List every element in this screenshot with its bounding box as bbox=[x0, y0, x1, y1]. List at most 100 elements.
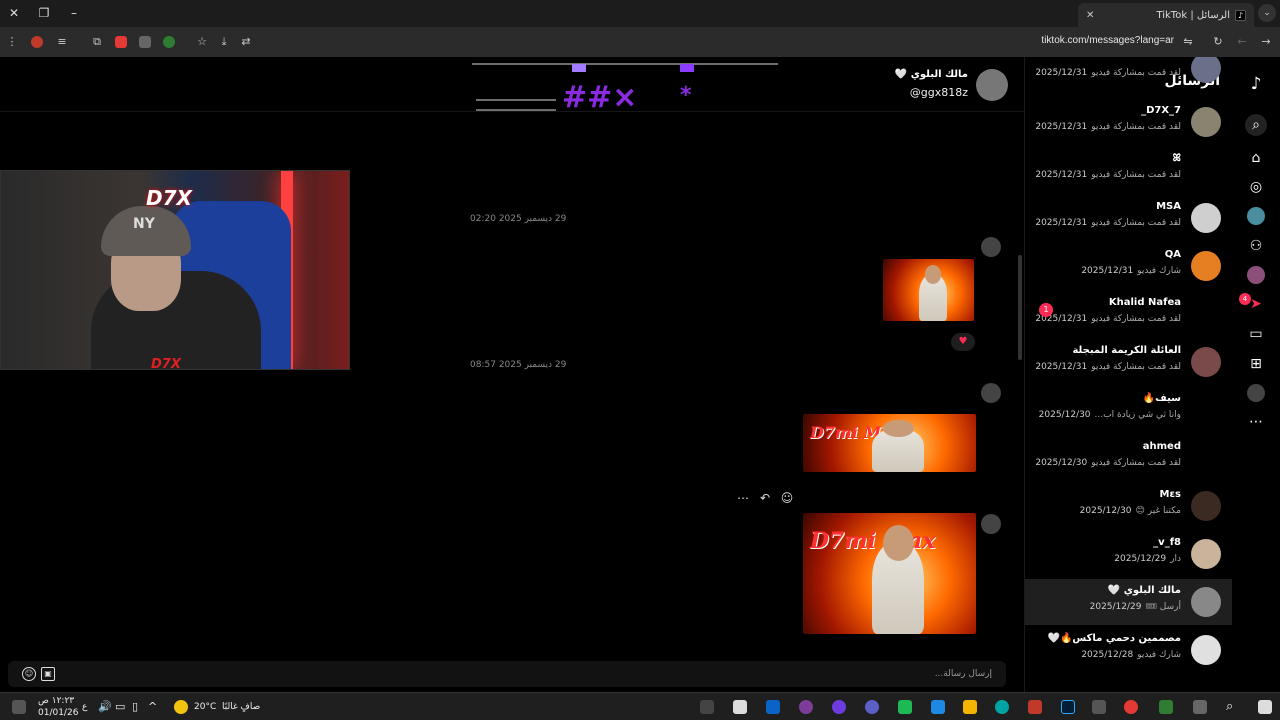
minimize-window-icon[interactable]: – bbox=[64, 4, 84, 22]
conversation-item[interactable]: لقد قمت بمشاركة فيديو2025/12/31 bbox=[1025, 57, 1232, 91]
weather-text[interactable]: صافٍ غالبًا bbox=[222, 702, 260, 712]
weather-temp[interactable]: 20°C bbox=[194, 702, 216, 712]
live-icon[interactable] bbox=[1247, 266, 1265, 284]
conversation-preview-text: وانا ثي شي زيادة اب... bbox=[1094, 410, 1181, 420]
conversation-item[interactable]: Mεs مكتنا غير 😊2025/12/30 bbox=[1025, 483, 1232, 529]
extension-icon[interactable] bbox=[139, 36, 151, 48]
task-view-icon[interactable] bbox=[1193, 700, 1207, 714]
message-avatar[interactable] bbox=[981, 514, 1001, 534]
close-window-icon[interactable]: ✕ bbox=[4, 4, 24, 22]
chrome-icon[interactable] bbox=[1124, 700, 1138, 714]
input-language[interactable]: ع bbox=[82, 702, 87, 712]
outlook-icon[interactable] bbox=[766, 700, 780, 714]
home-icon[interactable]: ⌂ bbox=[1247, 149, 1265, 167]
conversation-item[interactable]: QA شارك فيديو2025/12/31 bbox=[1025, 243, 1232, 289]
battery-icon[interactable]: ▯ bbox=[132, 700, 138, 713]
taskbar-app-icon[interactable] bbox=[865, 700, 879, 714]
taskbar-app-icon[interactable] bbox=[832, 700, 846, 714]
conversation-avatar bbox=[1191, 203, 1221, 233]
clock-date[interactable]: 01/01/26 bbox=[38, 708, 78, 718]
download-icon[interactable]: ⤓ bbox=[216, 34, 232, 50]
tab-search-icon[interactable]: ⌄ bbox=[1258, 4, 1276, 22]
conversation-item[interactable]: Khalid Nafea لقد قمت بمشاركة فيديو2025/12… bbox=[1025, 291, 1232, 337]
conversation-avatar bbox=[1191, 635, 1221, 665]
conversation-item[interactable]: v_f8_ دار2025/12/29 bbox=[1025, 531, 1232, 577]
message-timestamp: 29 ديسمبر 2025 02:20 bbox=[470, 214, 567, 224]
bookmark-star-icon[interactable]: ☆ bbox=[194, 34, 210, 50]
translate-icon[interactable]: ⇄ bbox=[238, 34, 254, 50]
conversation-name: ahmed bbox=[1142, 441, 1181, 452]
chat-header-avatar[interactable] bbox=[976, 69, 1008, 101]
restore-window-icon[interactable]: ❐ bbox=[34, 4, 54, 22]
tray-chevron-icon[interactable]: ^ bbox=[148, 700, 157, 713]
friends-icon[interactable]: ⚇ bbox=[1247, 237, 1265, 255]
search-icon[interactable]: ⌕ bbox=[1245, 114, 1267, 136]
taskbar-app-icon[interactable] bbox=[898, 700, 912, 714]
site-settings-icon[interactable]: ⇋ bbox=[1180, 34, 1196, 50]
chat-header-name[interactable]: مالك البلوي 🤍 bbox=[895, 69, 968, 80]
weather-icon[interactable] bbox=[174, 700, 188, 714]
adblock-icon[interactable] bbox=[115, 36, 127, 48]
more-options-icon[interactable]: ⋯ bbox=[736, 491, 750, 505]
volume-icon[interactable]: 🔊 bbox=[98, 700, 112, 713]
explore-icon[interactable]: ◎ bbox=[1247, 178, 1265, 196]
conversation-item[interactable]: MSA لقد قمت بمشاركة فيديو2025/12/31 bbox=[1025, 195, 1232, 241]
notification-center-icon[interactable] bbox=[12, 700, 26, 714]
extension-icon[interactable] bbox=[31, 36, 43, 48]
tab-close-icon[interactable]: ✕ bbox=[1086, 10, 1094, 21]
shared-video-thumbnail[interactable]: D7mi Max bbox=[803, 414, 976, 472]
chat-header-handle[interactable]: @ggx818z bbox=[910, 86, 968, 99]
file-explorer-icon[interactable] bbox=[963, 700, 977, 714]
edge-icon[interactable] bbox=[995, 700, 1009, 714]
taskbar-app-icon[interactable] bbox=[1092, 700, 1106, 714]
message-composer: إرسال رسالة... ☺ ▣ bbox=[0, 657, 1024, 692]
svg-text:##×: ##× bbox=[562, 80, 637, 114]
message-avatar[interactable] bbox=[981, 237, 1001, 257]
tiktok-logo-icon[interactable]: ♪ bbox=[1247, 75, 1265, 93]
taskbar-app-icon[interactable] bbox=[799, 700, 813, 714]
start-menu-icon[interactable] bbox=[1258, 700, 1272, 714]
menu-kebab-icon[interactable]: ⋮ bbox=[4, 34, 20, 50]
search-icon[interactable]: ⌕ bbox=[1226, 699, 1233, 714]
message-input[interactable]: إرسال رسالة... ☺ ▣ bbox=[8, 661, 1006, 687]
reply-icon[interactable]: ↶ bbox=[758, 491, 772, 505]
reload-icon[interactable]: ↻ bbox=[1210, 34, 1226, 50]
upload-icon[interactable]: ⊞ bbox=[1247, 355, 1265, 373]
extension-icon[interactable] bbox=[163, 36, 175, 48]
taskbar-app-icon[interactable] bbox=[700, 700, 714, 714]
conversation-item[interactable]: العائلة الكريمة المبجلة لقد قمت بمشاركة ف… bbox=[1025, 339, 1232, 385]
taskbar-file-icon[interactable] bbox=[733, 700, 747, 714]
photoshop-icon[interactable] bbox=[1061, 700, 1075, 714]
taskbar-app-icon[interactable] bbox=[1028, 700, 1042, 714]
conversation-preview-text: لقد قمت بمشاركة فيديو bbox=[1091, 122, 1181, 132]
conversation-item[interactable]: D7X_7_ لقد قمت بمشاركة فيديو2025/12/31 bbox=[1025, 99, 1232, 145]
url-field[interactable]: tiktok.com/messages?lang=ar bbox=[1041, 35, 1174, 46]
chat-scrollbar[interactable] bbox=[1018, 255, 1022, 360]
clock-time[interactable]: ١٢:٢٣ ص bbox=[38, 696, 74, 706]
messages-icon[interactable]: ▭ bbox=[1247, 325, 1265, 343]
taskbar-app-icon[interactable] bbox=[931, 700, 945, 714]
forward-icon[interactable]: ← bbox=[1234, 34, 1250, 50]
heart-reaction-icon[interactable]: ♥ bbox=[951, 333, 975, 351]
profile-avatar-icon[interactable] bbox=[1247, 207, 1265, 225]
message-avatar[interactable] bbox=[981, 383, 1001, 403]
media-control-icon[interactable]: ≡ bbox=[54, 34, 70, 50]
profile-icon[interactable] bbox=[1247, 384, 1265, 402]
conversation-item[interactable]: مصممين دحمي ماكس🔥🤍 شارك فيديو2025/12/28 bbox=[1025, 627, 1232, 673]
conversation-date: 2025/12/31 bbox=[1081, 266, 1134, 276]
shared-video-thumbnail[interactable] bbox=[883, 259, 974, 321]
more-icon[interactable]: ⋯ bbox=[1247, 413, 1265, 431]
shared-video-thumbnail[interactable]: D7mi Max bbox=[803, 513, 976, 634]
react-emoji-icon[interactable]: ☺ bbox=[780, 491, 794, 505]
tab-tiktok-messages[interactable]: ♪ الرسائل | TikTok ✕ bbox=[1078, 3, 1254, 27]
conversation-item[interactable]: سيف🔥 وانا ثي شي زيادة اب...2025/12/30 bbox=[1025, 387, 1232, 433]
conversation-item[interactable]: مالك البلوي 🤍 أرسل 🎟2025/12/29 bbox=[1025, 579, 1232, 625]
extensions-puzzle-icon[interactable]: ⧉ bbox=[89, 34, 105, 50]
image-upload-icon[interactable]: ▣ bbox=[41, 667, 55, 681]
conversation-item[interactable]: ꕤ لقد قمت بمشاركة فيديو2025/12/31 bbox=[1025, 147, 1232, 193]
conversation-item[interactable]: ahmed لقد قمت بمشاركة فيديو2025/12/30 bbox=[1025, 435, 1232, 481]
network-icon[interactable]: ▭ bbox=[115, 700, 125, 713]
emoji-icon[interactable]: ☺ bbox=[22, 667, 36, 681]
back-icon[interactable]: → bbox=[1258, 34, 1274, 50]
taskbar-app-icon[interactable] bbox=[1159, 700, 1173, 714]
